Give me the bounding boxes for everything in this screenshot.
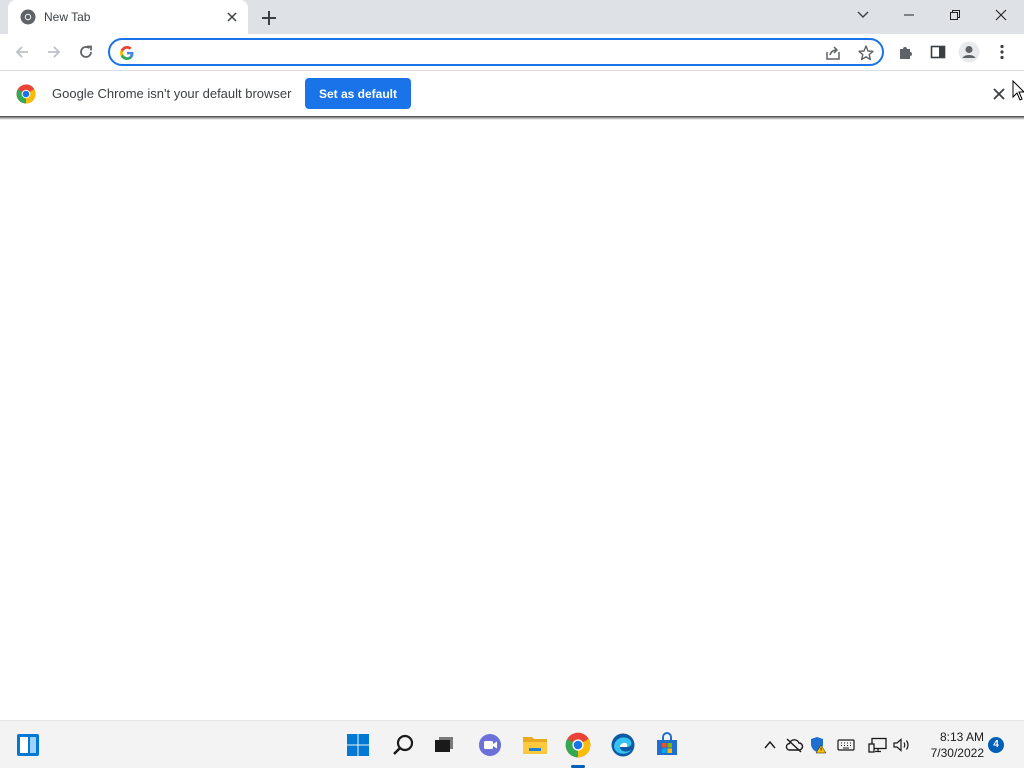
widgets-icon [17,734,39,756]
folder-icon [523,737,547,754]
tab-close-icon[interactable] [224,9,240,25]
chat-icon [479,734,501,756]
mouse-cursor-icon [1012,80,1024,101]
chrome-favicon-icon [20,9,36,25]
google-g-icon [120,46,134,60]
chrome-logo-icon [16,84,36,104]
minimize-button[interactable] [886,0,932,30]
search-icon [393,734,414,755]
widgets-button[interactable] [14,731,42,759]
clock-time: 8:13 AM [939,730,984,744]
tab-search-button[interactable] [840,0,886,30]
share-icon[interactable] [824,44,842,62]
back-button[interactable] [10,40,34,64]
infobar-close-icon[interactable] [990,85,1008,103]
back-arrow-icon [15,46,28,58]
forward-button[interactable] [42,40,66,64]
shield-warning-icon [811,737,827,754]
reload-button[interactable] [74,40,98,64]
new-tab-button[interactable] [258,7,280,29]
minimize-icon [904,14,914,16]
side-panel-icon [930,45,946,59]
search-button[interactable] [389,731,417,759]
restore-button[interactable] [932,0,978,30]
omnibox-input[interactable] [142,43,802,61]
chrome-taskbar-button[interactable] [564,731,592,759]
tab-title: New Tab [44,10,91,24]
forward-arrow-icon [48,46,61,58]
security-tray-button[interactable] [808,735,828,755]
extensions-button[interactable] [894,40,918,64]
cloud-offline-icon [785,738,804,753]
close-window-button[interactable] [978,0,1024,30]
chrome-icon [565,732,591,758]
side-panel-button[interactable] [926,40,950,64]
speaker-icon [893,738,909,752]
teams-chat-button[interactable] [476,731,504,759]
restore-icon [950,10,960,20]
infobar-message: Google Chrome isn't your default browser [52,86,292,101]
set-as-default-button[interactable]: Set as default [305,78,411,109]
taskbar-clock[interactable]: 8:13 AM 7/30/2022 [918,729,984,761]
reload-icon [80,45,92,58]
file-explorer-button[interactable] [521,731,549,759]
windows-taskbar: 8:13 AM 7/30/2022 4 [0,720,1024,768]
clock-date: 7/30/2022 [930,746,984,760]
puzzle-icon [900,47,912,59]
start-button[interactable] [344,731,372,759]
onedrive-tray-button[interactable] [784,735,804,755]
tab-new-tab[interactable]: New Tab [8,0,248,34]
chevron-up-icon [764,740,776,749]
chrome-menu-button[interactable] [990,40,1014,64]
close-icon [995,9,1007,21]
notification-count-badge[interactable]: 4 [988,737,1004,753]
browser-toolbar [0,34,1024,70]
keyboard-icon [837,739,855,751]
chevron-down-icon [857,11,869,18]
network-icon [868,737,887,753]
task-view-button[interactable] [430,731,458,759]
avatar-icon [958,41,980,63]
default-browser-infobar: Google Chrome isn't your default browser… [0,70,1024,116]
show-hidden-icons-button[interactable] [760,735,780,755]
windows-logo-icon [347,734,369,756]
network-tray-button[interactable] [868,735,888,755]
volume-tray-button[interactable] [892,735,912,755]
kebab-menu-icon [1000,44,1004,60]
microsoft-store-button[interactable] [653,731,681,759]
keyboard-tray-button[interactable] [836,735,856,755]
task-view-icon [435,737,453,752]
profile-button[interactable] [957,40,981,64]
edge-button[interactable] [609,731,637,759]
bookmark-star-icon[interactable] [857,44,875,62]
omnibox[interactable] [108,38,884,66]
edge-icon [611,733,635,757]
page-content-area[interactable] [0,120,1024,720]
store-icon [657,732,677,755]
tab-strip: New Tab [0,0,1024,34]
